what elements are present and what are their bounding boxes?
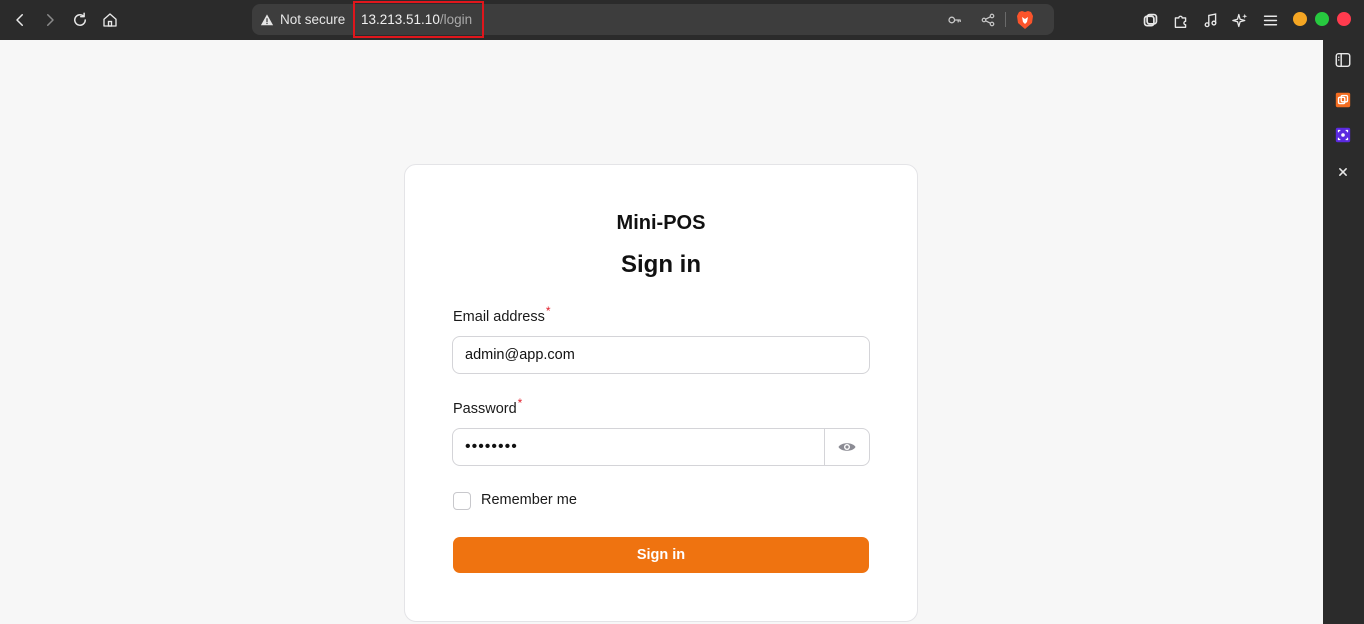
side-panel bbox=[1323, 40, 1364, 624]
sidebar-extension-purple[interactable] bbox=[1333, 125, 1353, 145]
brave-shield-icon[interactable] bbox=[1016, 10, 1034, 30]
share-button[interactable] bbox=[978, 10, 998, 30]
purple-extension-icon bbox=[1335, 127, 1351, 143]
music-icon bbox=[1204, 12, 1216, 27]
urlbar-divider bbox=[1005, 12, 1006, 27]
email-label: Email address* bbox=[453, 304, 551, 325]
password-required-mark: * bbox=[517, 396, 523, 410]
home-icon bbox=[103, 13, 117, 27]
back-button[interactable] bbox=[8, 8, 32, 32]
login-card: Mini-POS Sign in Email address* admin@ap… bbox=[404, 164, 918, 622]
password-field[interactable]: •••••••• bbox=[452, 428, 825, 466]
eye-icon bbox=[838, 443, 856, 451]
tab-manager-button[interactable] bbox=[1139, 9, 1161, 31]
url-text[interactable]: 13.213.51.10/login bbox=[353, 1, 484, 38]
security-indicator[interactable]: Not secure bbox=[260, 4, 345, 35]
email-field[interactable]: admin@app.com bbox=[452, 336, 870, 374]
main-menu-button[interactable] bbox=[1259, 9, 1281, 31]
sidebar-toggle-button[interactable] bbox=[1333, 50, 1353, 70]
close-window-button[interactable] bbox=[1337, 12, 1351, 26]
password-value: •••••••• bbox=[465, 438, 518, 455]
browser-toolbar: Not secure 13.213.51.10/login bbox=[0, 0, 1364, 40]
puzzle-icon bbox=[1174, 15, 1186, 28]
email-label-text: Email address bbox=[453, 309, 545, 325]
maximize-button[interactable] bbox=[1315, 12, 1329, 26]
warning-icon bbox=[260, 13, 274, 25]
leo-ai-button[interactable] bbox=[1229, 9, 1251, 31]
menu-icon bbox=[1263, 15, 1277, 25]
orange-extension-icon bbox=[1335, 92, 1351, 108]
password-label-text: Password bbox=[453, 401, 517, 417]
address-bar[interactable]: Not secure 13.213.51.10/login bbox=[252, 1, 1054, 38]
key-icon bbox=[948, 16, 961, 24]
sidebar-toggle-icon bbox=[1335, 52, 1351, 68]
security-label: Not secure bbox=[280, 12, 346, 27]
page-title: Sign in bbox=[621, 251, 701, 278]
toggle-password-visibility-button[interactable] bbox=[824, 428, 870, 466]
email-value: admin@app.com bbox=[465, 347, 575, 363]
minimize-button[interactable] bbox=[1293, 12, 1307, 26]
tab-manager-icon bbox=[1143, 13, 1157, 26]
remember-me-checkbox[interactable] bbox=[453, 492, 471, 510]
share-icon bbox=[981, 13, 995, 27]
sparkle-icon bbox=[1231, 13, 1247, 27]
remember-me-label[interactable]: Remember me bbox=[481, 492, 577, 508]
close-icon bbox=[1339, 168, 1347, 176]
forward-button[interactable] bbox=[38, 8, 62, 32]
home-button[interactable] bbox=[98, 8, 122, 32]
sidebar-extension-orange[interactable] bbox=[1333, 90, 1353, 110]
back-icon bbox=[16, 14, 23, 26]
url-host: 13.213.51.10 bbox=[361, 12, 440, 27]
sign-in-button[interactable]: Sign in bbox=[453, 537, 869, 573]
password-key-button[interactable] bbox=[945, 10, 965, 30]
email-required-mark: * bbox=[545, 304, 551, 318]
page-viewport: Mini-POS Sign in Email address* admin@ap… bbox=[0, 40, 1323, 624]
extensions-button[interactable] bbox=[1169, 9, 1191, 31]
forward-icon bbox=[47, 14, 54, 26]
brand-title: Mini-POS bbox=[616, 212, 706, 234]
reload-icon bbox=[74, 12, 86, 26]
password-label: Password* bbox=[453, 396, 522, 417]
media-button[interactable] bbox=[1199, 9, 1221, 31]
url-path: /login bbox=[439, 12, 473, 27]
sidebar-close-button[interactable] bbox=[1333, 162, 1353, 182]
reload-button[interactable] bbox=[68, 8, 92, 32]
